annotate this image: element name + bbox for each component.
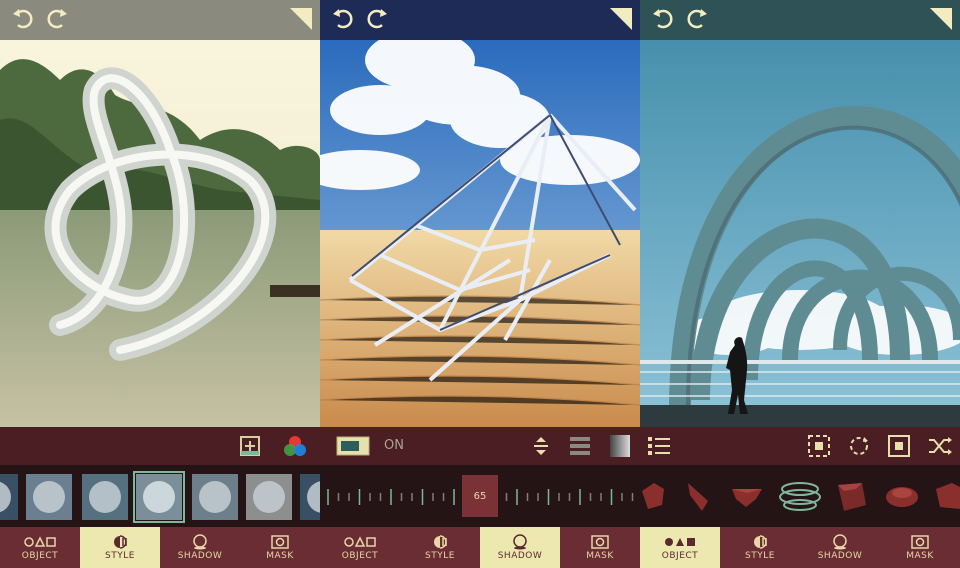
rotate-icon[interactable] (848, 435, 870, 461)
control-bar (0, 427, 320, 465)
center-square-icon[interactable] (888, 435, 910, 461)
undo-icon[interactable] (332, 8, 356, 34)
shuffle-icon[interactable] (928, 435, 952, 461)
style-half-icon (752, 534, 768, 549)
tab-label: MASK (586, 550, 614, 561)
shadow-slider[interactable]: 65 (320, 465, 640, 527)
style-thumbnail[interactable] (82, 474, 128, 520)
object-shapes-icon (344, 535, 376, 549)
style-thumbnail[interactable] (300, 474, 320, 520)
corner-menu-icon[interactable] (930, 8, 952, 34)
redo-icon[interactable] (364, 8, 388, 34)
tab-style[interactable]: STYLE (400, 527, 480, 568)
top-bar (320, 0, 640, 40)
tab-style[interactable]: STYLE (80, 527, 160, 568)
mask-square-icon (591, 534, 609, 549)
object-shape-list (640, 465, 960, 527)
style-thumbnail[interactable] (26, 474, 72, 520)
tab-label: STYLE (745, 550, 775, 561)
toggle-box-icon[interactable] (336, 436, 370, 460)
photo-glass-knot (0, 0, 320, 427)
tab-object[interactable]: OBJECT (640, 527, 720, 568)
tab-mask[interactable]: MASK (880, 527, 960, 568)
shadow-toggle-label[interactable]: ON (384, 438, 404, 453)
bottom-tab-bar: OBJECT STYLE SHADOW MASK (320, 527, 640, 568)
vertical-align-icon[interactable] (530, 435, 552, 461)
object-shapes-icon (24, 535, 56, 549)
control-bar (640, 427, 960, 465)
tab-label: MASK (906, 550, 934, 561)
panel-object: OBJECT STYLE SHADOW MASK (640, 0, 960, 568)
tab-label: SHADOW (497, 550, 543, 561)
shape-shard[interactable] (688, 483, 708, 511)
add-image-icon[interactable] (240, 436, 260, 460)
corner-menu-icon[interactable] (610, 8, 632, 34)
style-thumbnail[interactable] (133, 471, 185, 523)
control-bar: ON (320, 427, 640, 465)
mask-square-icon (911, 534, 929, 549)
shape-rock-2[interactable] (936, 483, 960, 509)
tab-label: SHADOW (177, 550, 223, 561)
bottom-tab-bar: OBJECT STYLE SHADOW MASK (640, 527, 960, 568)
crosshair-icon[interactable] (808, 435, 830, 461)
tab-mask[interactable]: MASK (240, 527, 320, 568)
tab-shadow[interactable]: SHADOW (480, 527, 560, 568)
tab-label: OBJECT (661, 550, 699, 561)
slider-thumb[interactable]: 65 (462, 475, 498, 517)
undo-icon[interactable] (12, 8, 36, 34)
tab-mask[interactable]: MASK (560, 527, 640, 568)
shape-disc[interactable] (886, 487, 918, 507)
gradient-icon[interactable] (610, 435, 630, 461)
shadow-circle-icon (192, 533, 208, 549)
style-thumbnail[interactable] (246, 474, 292, 520)
style-thumbnail[interactable] (192, 474, 238, 520)
slider-value: 65 (473, 490, 487, 502)
style-half-icon (432, 534, 448, 549)
shape-rock-1[interactable] (642, 483, 664, 509)
photo-pyramid-desert (320, 0, 640, 427)
undo-icon[interactable] (652, 8, 676, 34)
tab-shadow[interactable]: SHADOW (800, 527, 880, 568)
rgb-color-icon[interactable] (283, 435, 307, 461)
shape-rings[interactable] (779, 482, 821, 511)
style-thumbnails (0, 465, 320, 527)
style-half-icon (112, 534, 128, 549)
shape-gem[interactable] (732, 489, 762, 507)
stripes-icon[interactable] (570, 436, 590, 460)
redo-icon[interactable] (684, 8, 708, 34)
style-thumbnail[interactable] (0, 474, 18, 520)
tab-object[interactable]: OBJECT (0, 527, 80, 568)
tab-label: OBJECT (341, 550, 379, 561)
top-bar (640, 0, 960, 40)
list-icon[interactable] (648, 436, 670, 460)
tab-style[interactable]: STYLE (720, 527, 800, 568)
tab-label: STYLE (425, 550, 455, 561)
tab-label: MASK (266, 550, 294, 561)
panel-shadow: ON 65 OBJECT STYLE SHADOW MASK (320, 0, 640, 568)
shadow-circle-icon (832, 533, 848, 549)
panel-object-style: OBJECT STYLE SHADOW MASK (0, 0, 320, 568)
tab-shadow[interactable]: SHADOW (160, 527, 240, 568)
tab-label: OBJECT (21, 550, 59, 561)
redo-icon[interactable] (44, 8, 68, 34)
top-bar (0, 0, 320, 40)
tab-label: SHADOW (817, 550, 863, 561)
corner-menu-icon[interactable] (290, 8, 312, 34)
bottom-tab-bar: OBJECT STYLE SHADOW MASK (0, 527, 320, 568)
tab-label: STYLE (105, 550, 135, 561)
tab-object[interactable]: OBJECT (320, 527, 400, 568)
mask-square-icon (271, 534, 289, 549)
shape-cube[interactable] (838, 483, 866, 511)
shadow-circle-icon (512, 533, 528, 549)
object-filled-icon (664, 535, 696, 549)
photo-arches-silhouette (640, 0, 960, 427)
